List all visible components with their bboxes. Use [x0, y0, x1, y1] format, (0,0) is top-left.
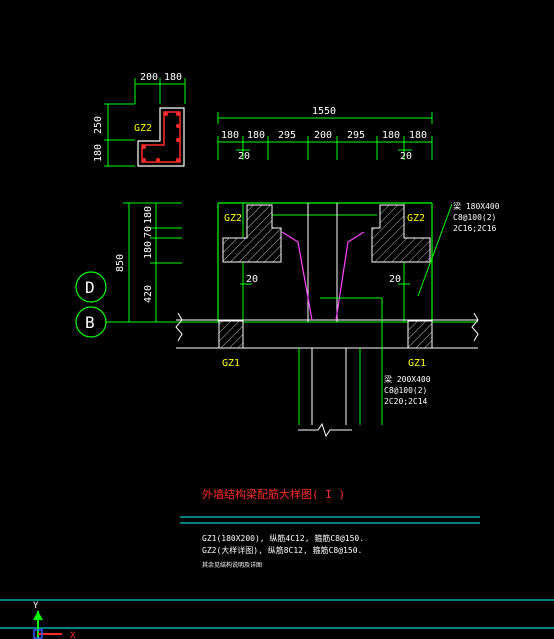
drawing-title: 外墙结构梁配筋大样图( I ) — [202, 487, 345, 501]
left-dim-seg-4: 420 — [143, 285, 154, 303]
left-dimension-chain: 850 180 70 180 420 — [115, 202, 182, 323]
drawing-border — [0, 599, 554, 629]
left-dim-seg-2: 70 — [143, 226, 154, 238]
beam-upper-line-3: 2C16;2C16 — [453, 224, 497, 233]
inset-dim-side-a: 250 — [93, 116, 104, 134]
gz1-left-label: GZ1 — [222, 358, 240, 369]
beam-upper-line-2: C8@100(2) — [453, 213, 496, 222]
beam-upper-line-1: 梁 180X400 — [453, 202, 500, 211]
title-block: 外墙结构梁配筋大样图( I ) GZ1(180X200), 纵筋4C12, 箍筋… — [180, 487, 480, 569]
axis-d-label: D — [85, 278, 95, 297]
inset-dim-top-a: 200 — [140, 72, 158, 83]
ucs-x-label: X — [70, 631, 76, 639]
gz2-inset-detail: 200 180 250 180 GZ2 — [93, 72, 186, 167]
top-dim-seg-1: 180 — [221, 130, 239, 141]
top-dim-seg-2: 180 — [247, 130, 265, 141]
top-dim-seg-6: 180 — [382, 130, 400, 141]
left-dim-total: 850 — [115, 254, 126, 272]
top-dim-seg-4: 200 — [314, 130, 332, 141]
ucs-y-label: Y — [33, 601, 39, 611]
top-dim-sub-right: 20 — [400, 151, 412, 162]
mid-dim-right: 20 — [389, 274, 401, 285]
inset-dim-top-b: 180 — [164, 72, 182, 83]
beam-lower-line-2: C8@100(2) — [384, 386, 427, 395]
inset-dim-side-b: 180 — [93, 144, 104, 162]
axis-b-label: B — [85, 313, 95, 332]
note-line-1: GZ1(180X200), 纵筋4C12, 箍筋C8@150. — [202, 533, 364, 543]
top-dimension-chain: 1550 180 180 295 200 295 180 180 20 20 — [217, 106, 433, 162]
gz2-right-label: GZ2 — [407, 213, 425, 224]
top-dim-seg-5: 295 — [347, 130, 365, 141]
gz2-inset-label: GZ2 — [134, 123, 152, 134]
gz1-right-label: GZ1 — [408, 358, 426, 369]
top-dim-sub-left: 20 — [238, 151, 250, 162]
mid-dim-left: 20 — [246, 274, 258, 285]
ucs-icon: Y X — [33, 601, 76, 639]
left-dim-seg-3: 180 — [143, 241, 154, 259]
beam-lower-line-3: 2C20;2C14 — [384, 397, 428, 406]
note-line-2: GZ2(大样详图), 纵筋8C12, 箍筋C8@150. — [202, 545, 362, 555]
cad-drawing-canvas[interactable]: 200 180 250 180 GZ2 1550 180 180 295 200… — [0, 0, 554, 639]
beam-lower-line-1: 梁 200X400 — [384, 375, 431, 384]
top-dim-seg-3: 295 — [278, 130, 296, 141]
top-dim-total: 1550 — [312, 106, 336, 117]
main-plan: 20 20 GZ2 GZ2 GZ1 GZ1 — [175, 202, 479, 438]
left-dim-seg-1: 180 — [143, 206, 154, 224]
note-line-3: 其余见结构说明及详图 — [202, 561, 262, 569]
top-dim-seg-7: 180 — [409, 130, 427, 141]
gz2-left-label: GZ2 — [224, 213, 242, 224]
